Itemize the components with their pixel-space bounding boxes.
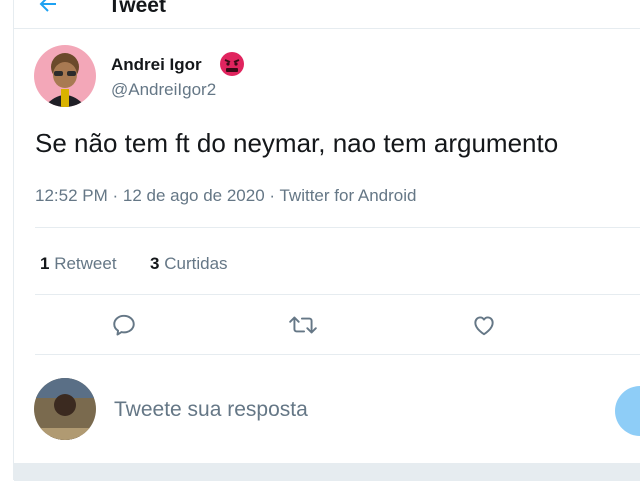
author-name[interactable]: Andrei Igor (111, 55, 202, 75)
likes-count: 3 (150, 254, 160, 273)
heart-icon[interactable] (471, 312, 497, 338)
bottom-band (14, 463, 640, 481)
back-arrow-icon[interactable] (36, 0, 60, 16)
reply-input[interactable]: Tweete sua resposta (114, 398, 308, 422)
retweet-icon[interactable] (288, 312, 317, 338)
reply-button[interactable] (615, 386, 640, 436)
likes-stat[interactable]: 3 Curtidas (145, 254, 228, 273)
divider (35, 354, 640, 355)
retweet-label: Retweet (54, 254, 117, 273)
tweet-stats: 1 Retweet 3 Curtidas (40, 254, 228, 274)
left-rail (0, 0, 14, 480)
divider (35, 227, 640, 228)
angry-face-emoji-icon (219, 51, 245, 77)
user-avatar[interactable] (34, 378, 96, 440)
tweet-meta[interactable]: 12:52 PM · 12 de ago de 2020 · Twitter f… (35, 186, 416, 206)
likes-label: Curtidas (164, 254, 228, 273)
tweet-header: Tweet (14, 0, 640, 29)
author-avatar[interactable] (34, 45, 96, 107)
retweet-stat[interactable]: 1 Retweet (40, 254, 121, 273)
author-handle[interactable]: @AndreiIgor2 (111, 80, 216, 100)
page-title: Tweet (108, 0, 166, 17)
divider (35, 294, 640, 295)
retweet-count: 1 (40, 254, 50, 273)
reply-icon[interactable] (111, 312, 137, 338)
tweet-text: Se não tem ft do neymar, nao tem argumen… (35, 128, 559, 158)
